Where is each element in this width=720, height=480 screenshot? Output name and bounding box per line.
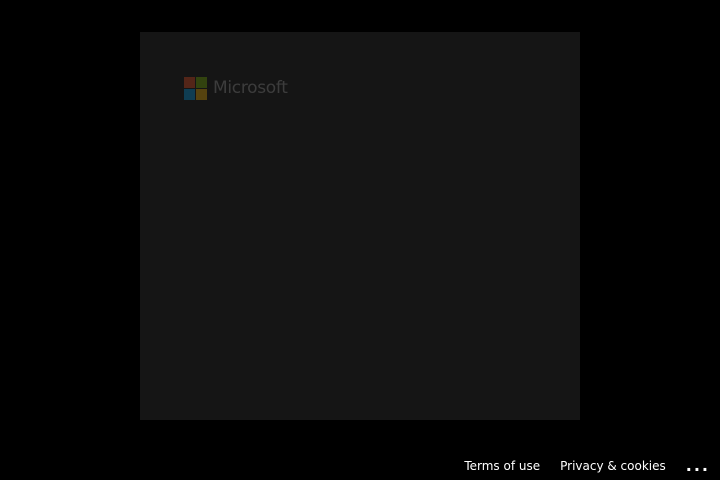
microsoft-logo: Microsoft [184, 76, 288, 100]
logo-square-green [196, 76, 207, 88]
ellipsis-icon[interactable]: ... [686, 456, 710, 476]
terms-of-use-link[interactable]: Terms of use [464, 456, 540, 476]
sign-in-page: Microsoft Terms of use Privacy & cookies… [0, 0, 720, 480]
logo-square-yellow [196, 88, 207, 100]
sign-in-card: Microsoft [140, 32, 580, 420]
logo-text: Microsoft [213, 77, 288, 98]
footer: Terms of use Privacy & cookies ... [464, 456, 710, 476]
privacy-cookies-link[interactable]: Privacy & cookies [560, 456, 666, 476]
logo-square-blue [184, 88, 195, 100]
logo-square-red [184, 76, 195, 88]
microsoft-logo-icon [184, 76, 207, 100]
